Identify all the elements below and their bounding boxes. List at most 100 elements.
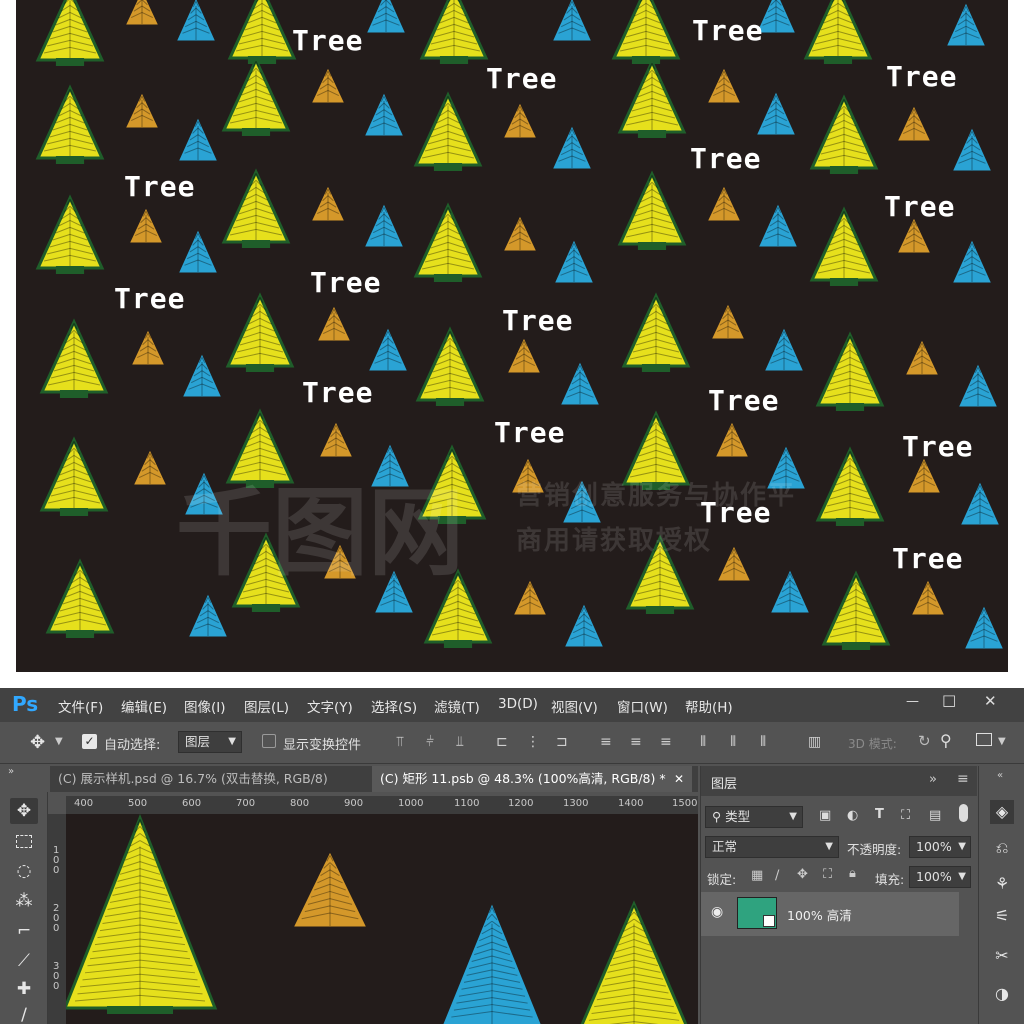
blend-mode-dropdown[interactable]: 正常 ▼ [705, 836, 839, 858]
menu-filter[interactable]: 滤镜(T) [434, 696, 480, 716]
document-tabs: (C) 展示样机.psd @ 16.7% (双击替换, RGB/8) (C) 矩… [50, 766, 698, 792]
close-icon[interactable]: ✕ [674, 766, 684, 792]
distribute-left-icon[interactable]: ⦀ [700, 734, 706, 750]
auto-select-checkbox[interactable]: ✓ [82, 734, 97, 749]
tab-mockup[interactable]: (C) 展示样机.psd @ 16.7% (双击替换, RGB/8) [50, 766, 368, 792]
tree-small-blue [759, 204, 797, 247]
menu-type[interactable]: 文字(Y) [307, 696, 353, 716]
filter-toggle-icon[interactable] [959, 804, 968, 822]
layers-icon[interactable]: ◈ [990, 800, 1014, 824]
tree-small-blue [369, 328, 407, 371]
chevron-down-icon[interactable]: ▼ [55, 736, 63, 747]
ruler-tick: 1500 [672, 798, 698, 809]
distribute-hcenter-icon[interactable]: ⦀ [730, 734, 736, 750]
lock-all-icon[interactable]: 🔒︎ [849, 866, 856, 881]
toolbar-collapse-icon[interactable]: » [8, 766, 14, 777]
layer-name[interactable]: 100% 高清 [787, 905, 852, 924]
menu-help[interactable]: 帮助(H) [685, 696, 733, 716]
chevron-down-icon: ▼ [958, 871, 966, 882]
canvas-trees [66, 814, 688, 1024]
tree-large [39, 318, 109, 398]
tree-small-orange [716, 422, 748, 457]
tools-preset-icon[interactable]: ✂ [990, 944, 1014, 968]
distribute-bottom-icon[interactable]: ≡ [660, 734, 672, 750]
chevron-down-icon: ▼ [228, 736, 236, 747]
chevron-down-icon[interactable]: ▼ [998, 736, 1006, 747]
marquee-tool-icon[interactable] [10, 828, 38, 854]
mode-3d-label: 3D 模式: [848, 737, 897, 751]
layer-row[interactable]: ◉ 100% 高清 [701, 892, 959, 936]
tree-small-blue [953, 128, 991, 171]
align-vcenter-icon[interactable]: ⫩ [426, 734, 434, 750]
tree-word: Tree [892, 542, 964, 575]
menu-3d[interactable]: 3D(D) [498, 696, 538, 712]
opacity-label: 不透明度: [847, 842, 902, 857]
align-left-icon[interactable]: ⊏ [496, 734, 508, 750]
brushes-icon[interactable]: ⚘ [990, 872, 1014, 896]
menu-select[interactable]: 选择(S) [371, 696, 417, 716]
filter-shape-icon[interactable]: ⛶ [901, 808, 910, 823]
tree-large [221, 56, 291, 136]
tree-small-orange [708, 186, 740, 221]
lock-artboard-icon[interactable]: ⛶ [823, 867, 832, 882]
distribute-right-icon[interactable]: ⦀ [760, 734, 766, 750]
tree-small-blue [959, 364, 997, 407]
auto-align-icon[interactable]: ▥ [808, 734, 821, 750]
panel-menu-icon[interactable]: ≡ [957, 771, 969, 787]
layers-panel-title[interactable]: 图层 [711, 773, 737, 792]
menu-image[interactable]: 图像(I) [184, 696, 226, 716]
menu-view[interactable]: 视图(V) [551, 696, 598, 716]
distribute-top-icon[interactable]: ≡ [600, 734, 612, 750]
move-tool-icon[interactable]: ✥ [30, 732, 45, 753]
tree-small-blue [771, 570, 809, 613]
tab-rectangle[interactable]: (C) 矩形 11.psb @ 48.3% (100%高清, RGB/8) * … [372, 766, 692, 792]
menu-layer[interactable]: 图层(L) [244, 696, 289, 716]
filter-pixel-icon[interactable]: ▣ [819, 808, 831, 823]
document-canvas[interactable] [66, 814, 698, 1024]
close-button[interactable]: ✕ [984, 692, 997, 710]
tree-large [617, 170, 687, 250]
layers-panel-header: 图层 » ≡ [701, 766, 977, 796]
magic-wand-icon[interactable]: ⁂ [10, 888, 38, 914]
healing-brush-icon[interactable]: ✚ [10, 976, 38, 1002]
adjustments-icon[interactable]: ◑ [990, 982, 1014, 1006]
ruler-tick: 300 [53, 961, 60, 992]
menu-edit[interactable]: 编辑(E) [121, 696, 167, 716]
collapse-icon[interactable]: » [929, 772, 937, 787]
menu-window[interactable]: 窗口(W) [617, 696, 668, 716]
orbit-3d-icon[interactable]: ↻ [918, 732, 931, 750]
show-transform-checkbox[interactable] [262, 734, 276, 748]
eyedropper-icon[interactable]: ⟋ [10, 948, 38, 974]
filter-smart-object-icon[interactable]: ▤ [929, 808, 941, 823]
menu-file[interactable]: 文件(F) [58, 696, 103, 716]
lock-pixels-icon[interactable]: ∕ [775, 868, 779, 883]
minimize-button[interactable]: — [906, 694, 919, 709]
crop-tool-icon[interactable]: ⌐ [10, 918, 38, 944]
search-icon[interactable]: ⚲ [940, 731, 952, 750]
properties-icon[interactable]: ⚟ [990, 904, 1014, 928]
workspace-icon[interactable] [976, 733, 992, 746]
maximize-button[interactable]: □ [942, 691, 956, 709]
filter-type-icon[interactable]: T [875, 807, 884, 822]
distribute-vcenter-icon[interactable]: ≡ [630, 734, 642, 750]
brush-tool-icon[interactable]: ∕ [10, 1002, 38, 1024]
lock-position-icon[interactable]: ✥ [797, 867, 808, 882]
eye-icon[interactable]: ◉ [711, 904, 723, 920]
lock-transparent-icon[interactable]: ▦ [751, 868, 763, 883]
ps-logo[interactable]: Ps [12, 692, 38, 716]
history-icon[interactable]: ⎌ [990, 836, 1014, 860]
auto-select-target-dropdown[interactable]: 图层 ▼ [178, 731, 242, 753]
filter-adjustment-icon[interactable]: ◐ [847, 808, 858, 823]
layer-filter-dropdown[interactable]: ⚲ 类型 ▼ [705, 806, 803, 828]
align-top-icon[interactable]: ⫪ [396, 734, 404, 750]
align-hcenter-icon[interactable]: ⋮ [526, 734, 540, 750]
fill-field[interactable]: 100% ▼ [909, 866, 971, 888]
tree-small-orange [126, 93, 158, 128]
move-tool-icon[interactable]: ✥ [10, 798, 38, 824]
lasso-tool-icon[interactable]: ◌ [10, 858, 38, 884]
smart-object-icon [763, 915, 775, 927]
opacity-field[interactable]: 100% ▼ [909, 836, 971, 858]
align-right-icon[interactable]: ⊐ [556, 734, 568, 750]
align-bottom-icon[interactable]: ⫫ [456, 734, 464, 750]
collapse-icon[interactable]: « [997, 770, 1003, 781]
